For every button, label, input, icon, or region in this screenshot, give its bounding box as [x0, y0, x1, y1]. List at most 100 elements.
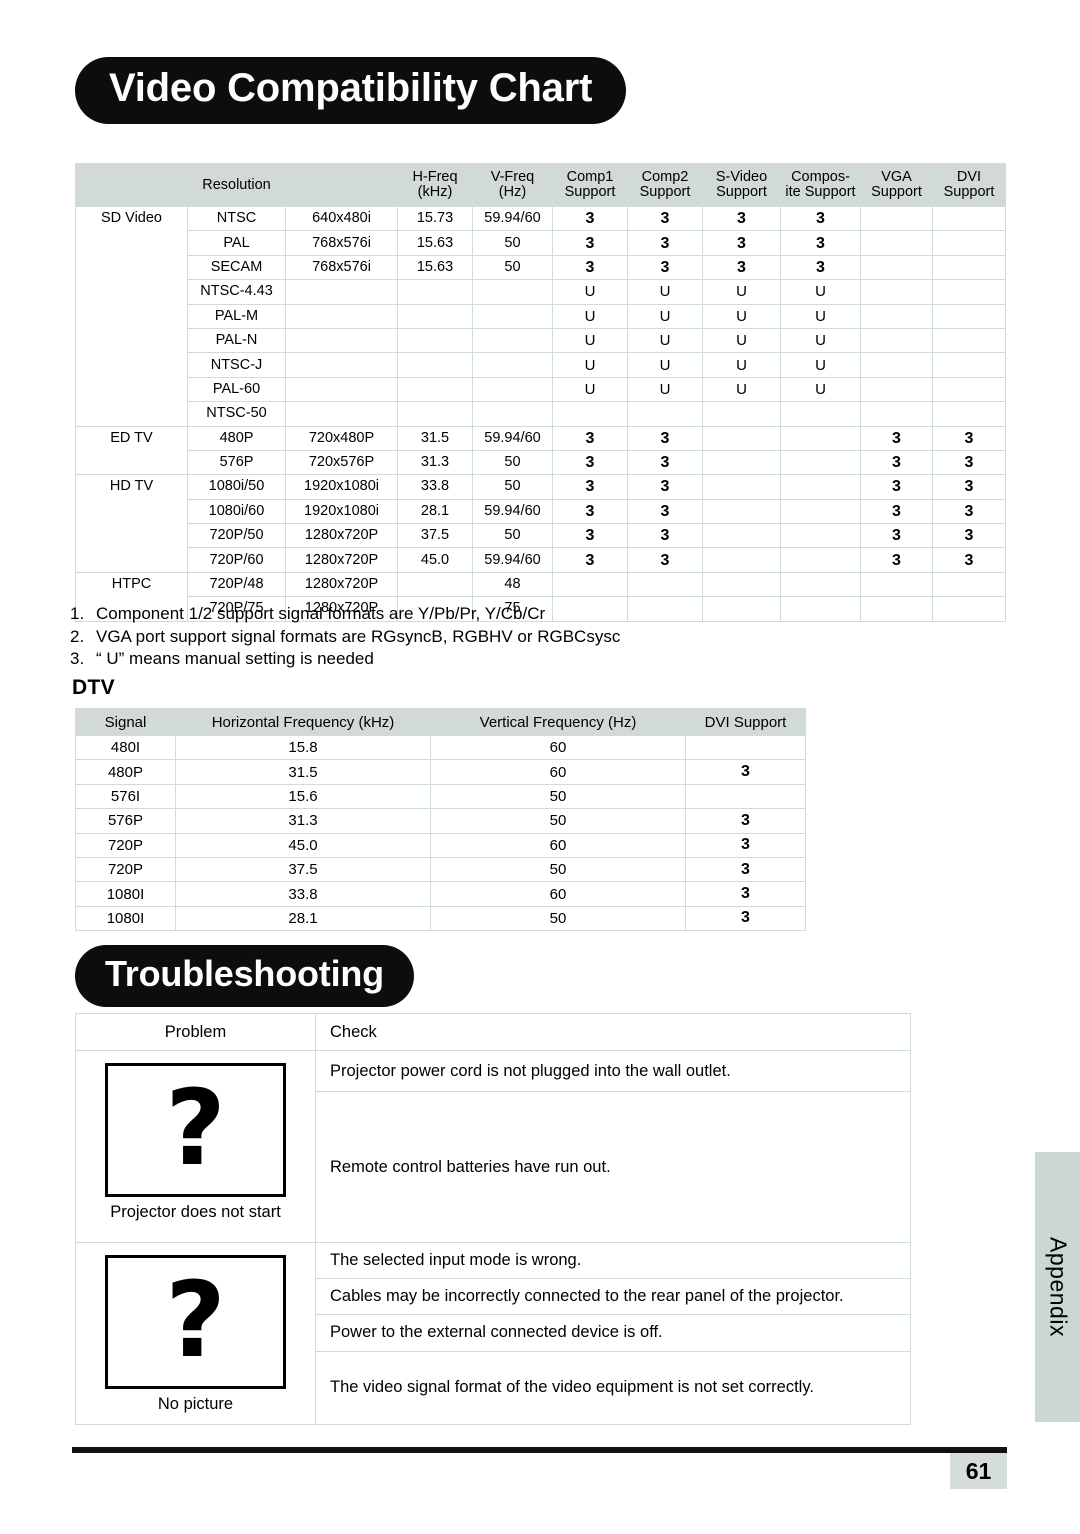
video-signal-name: 1080i/60 [187, 498, 286, 525]
question-mark-icon: ? [165, 1258, 226, 1381]
troubleshooting-problem-cell: ? No picture [75, 1242, 316, 1425]
video-cell-s-video: 3 [702, 254, 781, 281]
header-dvi-line2: Support [943, 184, 995, 200]
video-cell-comp2: 3 [627, 425, 703, 451]
troubleshooting-header-row: Problem Check [75, 1013, 911, 1051]
footer-rule [72, 1447, 1007, 1453]
video-signal-name: PAL-60 [187, 376, 286, 403]
video-table-row: SECAM 768x576i 15.63 50 3 3 3 3 [76, 254, 1006, 281]
video-cell-dvi [932, 327, 1006, 354]
header-v-freq-line1: V-Freq [490, 169, 535, 185]
note-item: 2. VGA port support signal formats are RG… [70, 626, 830, 649]
dtv-cell-signal: 480P [75, 759, 176, 785]
video-cell-s-video [702, 571, 781, 598]
video-cell-vga: 3 [860, 547, 933, 573]
header-composite-line2: ite Support [785, 184, 856, 200]
video-cell-h-freq [397, 303, 473, 329]
troubleshooting-problem-cell: ? Projector does not start [75, 1050, 316, 1243]
dtv-cell-horizontal-frequency: 15.6 [175, 783, 431, 810]
video-table-row: PAL 768x576i 15.63 50 3 3 3 3 [76, 230, 1006, 256]
video-cell-resolution: 640x480i [285, 205, 398, 232]
video-cell-composite: 3 [780, 254, 861, 281]
header-comp2-line1: Comp2 [641, 169, 689, 185]
troubleshooting-check-text: Cables may be incorrectly connected to t… [315, 1278, 911, 1316]
video-cell-comp1: 3 [552, 449, 628, 476]
video-cell-comp2: U [627, 327, 703, 354]
video-cell-h-freq: 15.73 [397, 205, 473, 232]
troubleshooting-check-text: The selected input mode is wrong. [315, 1241, 911, 1280]
dtv-cell-signal: 1080I [75, 881, 176, 907]
dtv-cell-dvi-support [685, 783, 806, 810]
dtv-header-vertical-frequency: Vertical Frequency (Hz) [430, 708, 686, 736]
header-comp2-support: Comp2 Support [627, 163, 703, 207]
video-cell-comp2: 3 [627, 498, 703, 525]
video-cell-h-freq [397, 279, 473, 305]
video-cell-comp1 [552, 401, 628, 427]
video-cell-dvi: 3 [932, 474, 1006, 500]
video-table-row: NTSC-50 [76, 401, 1006, 427]
dtv-cell-signal: 720P [75, 856, 176, 883]
dtv-cell-vertical-frequency: 60 [430, 759, 686, 785]
video-cell-vga [860, 352, 933, 378]
troubleshooting-problem-label: Projector does not start [110, 1203, 281, 1221]
video-cell-v-freq: 50 [472, 254, 553, 281]
video-cell-s-video: U [702, 376, 781, 403]
header-h-freq-line2: (kHz) [417, 184, 453, 200]
video-cell-v-freq [472, 303, 553, 329]
video-cell-resolution [285, 401, 398, 427]
dtv-cell-vertical-frequency: 50 [430, 856, 686, 883]
video-cell-vga [860, 596, 933, 622]
header-dvi-line1: DVI [956, 169, 982, 185]
dtv-heading: DTV [72, 676, 115, 699]
note-text: VGA port support signal formats are RGsy… [96, 626, 621, 646]
dtv-cell-vertical-frequency: 50 [430, 783, 686, 810]
video-cell-vga [860, 254, 933, 281]
video-chart-notes: 1. Component 1/2 support signal formats a… [70, 603, 830, 671]
troubleshooting-problem-label: No picture [157, 1395, 234, 1413]
dtv-cell-signal: 720P [75, 832, 176, 858]
video-signal-name: NTSC-50 [187, 401, 286, 427]
video-table-row: ED TV 480P 720x480P 31.5 59.94/60 3 3 3 3 [75, 425, 1006, 476]
dtv-cell-signal: 576P [75, 808, 176, 834]
video-cell-comp1: U [552, 327, 628, 354]
dtv-cell-dvi-support: 3 [685, 808, 806, 834]
header-composite-line1: Compos- [791, 169, 850, 185]
video-signal-name: 1080i/50 [187, 474, 286, 500]
troubleshooting-header-check: Check [315, 1013, 911, 1051]
video-cell-vga [860, 571, 933, 598]
video-cell-v-freq [472, 376, 553, 403]
video-cell-composite [780, 523, 861, 549]
dtv-cell-dvi-support: 3 [685, 759, 806, 785]
dtv-cell-dvi-support [685, 734, 806, 761]
video-cell-h-freq: 37.5 [397, 523, 473, 549]
dtv-cell-signal: 480I [75, 734, 176, 761]
question-mark-icon-box: ? [105, 1255, 286, 1389]
video-cell-resolution: 1280x720P [285, 523, 398, 549]
dtv-cell-dvi-support: 3 [685, 905, 806, 932]
video-cell-dvi [932, 254, 1006, 281]
video-signal-name: NTSC [187, 205, 286, 232]
video-cell-comp2: 3 [627, 547, 703, 573]
video-cell-h-freq [397, 376, 473, 403]
video-compatibility-table: Resolution H-Freq (kHz) V-Freq (Hz) Comp… [75, 163, 1006, 622]
video-cell-comp1 [552, 571, 628, 598]
video-cell-s-video: U [702, 352, 781, 378]
video-cell-dvi: 3 [932, 523, 1006, 549]
dtv-cell-signal: 576I [75, 783, 176, 810]
header-comp1-support: Comp1 Support [552, 163, 628, 207]
dtv-cell-horizontal-frequency: 37.5 [175, 856, 431, 883]
header-composite-support: Compos- ite Support [780, 163, 861, 207]
video-cell-v-freq: 59.94/60 [472, 547, 553, 573]
video-cell-comp2: 3 [627, 254, 703, 281]
video-cell-composite [780, 425, 861, 451]
video-cell-s-video [702, 498, 781, 525]
video-cell-h-freq: 28.1 [397, 498, 473, 525]
dtv-table-row: 576P 31.3 50 3 [75, 808, 806, 834]
video-cell-composite: U [780, 327, 861, 354]
header-svideo-support: S-Video Support [702, 163, 781, 207]
video-table-row: PAL-60 U U U U [76, 376, 1006, 403]
header-v-freq: V-Freq (Hz) [472, 163, 553, 207]
header-comp1-line1: Comp1 [566, 169, 614, 185]
dtv-cell-horizontal-frequency: 31.5 [175, 759, 431, 785]
video-cell-h-freq: 31.5 [397, 425, 473, 451]
